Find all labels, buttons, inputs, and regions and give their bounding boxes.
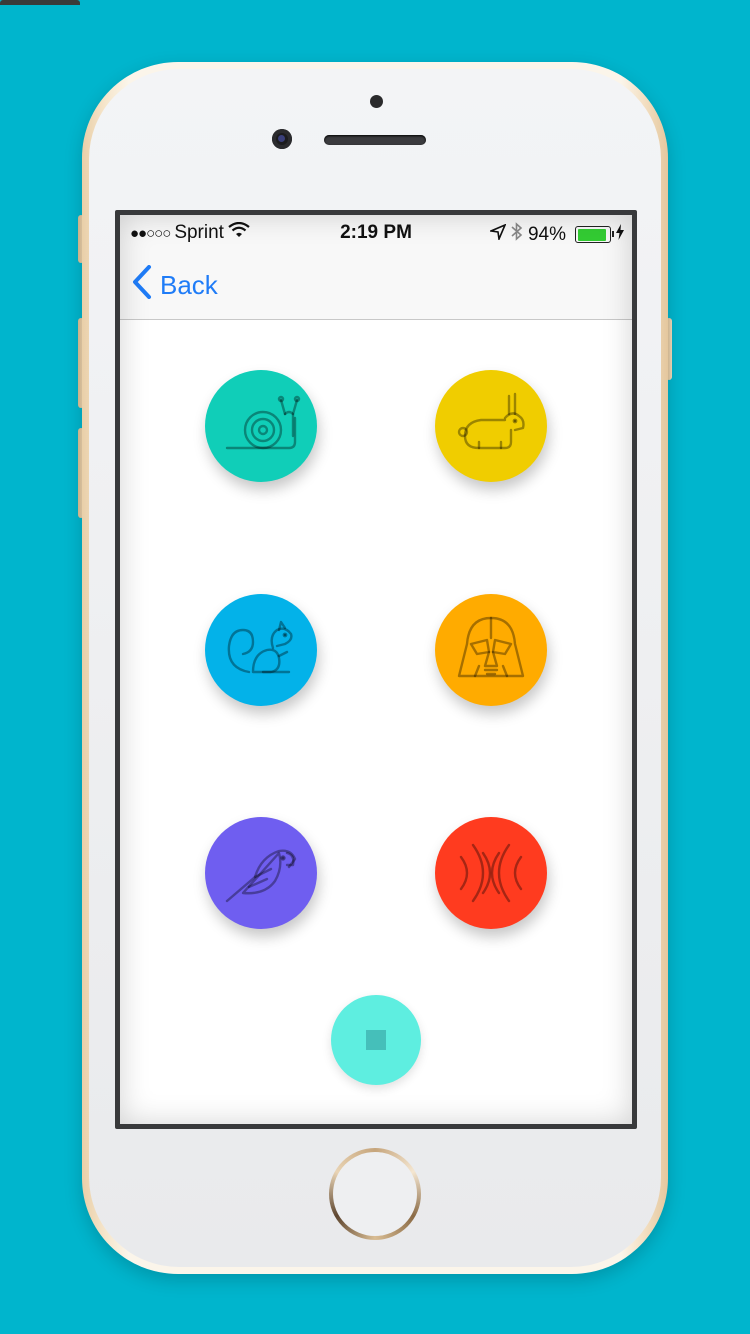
phone-bottom-port bbox=[0, 0, 80, 5]
snail-effect-button[interactable] bbox=[205, 370, 317, 482]
status-right: 94% bbox=[488, 222, 624, 247]
stop-icon bbox=[366, 1030, 386, 1050]
battery-level-fill bbox=[577, 228, 606, 241]
front-camera bbox=[272, 129, 292, 149]
snail-icon bbox=[225, 395, 301, 450]
rabbit-effect-button[interactable] bbox=[435, 370, 547, 482]
parrot-effect-button[interactable] bbox=[205, 817, 317, 929]
rabbit-icon bbox=[457, 392, 525, 450]
navigation-bar: Back bbox=[120, 251, 632, 320]
app-screen: ●●○○○ Sprint 2:19 PM 94% Back bbox=[120, 215, 632, 1124]
battery-icon bbox=[575, 226, 614, 243]
echo-effect-button[interactable] bbox=[435, 817, 547, 929]
chevron-left-icon bbox=[132, 265, 152, 306]
earpiece-speaker bbox=[324, 135, 426, 145]
bluetooth-icon bbox=[511, 222, 523, 247]
stop-button[interactable] bbox=[331, 995, 421, 1085]
darth-vader-helmet-icon bbox=[457, 616, 525, 678]
back-label: Back bbox=[160, 270, 218, 300]
charging-bolt-icon bbox=[616, 223, 624, 246]
back-button[interactable]: Back bbox=[132, 265, 218, 306]
vader-effect-button[interactable] bbox=[435, 594, 547, 706]
location-arrow-icon bbox=[488, 222, 507, 246]
home-button bbox=[329, 1148, 421, 1240]
squirrel-effect-button[interactable] bbox=[205, 594, 317, 706]
squirrel-icon bbox=[227, 620, 293, 674]
parrot-icon bbox=[225, 849, 297, 903]
screen-glare bbox=[120, 215, 632, 1124]
battery-percent: 94% bbox=[527, 223, 566, 245]
status-bar: ●●○○○ Sprint 2:19 PM 94% bbox=[120, 215, 632, 251]
echo-waves-icon bbox=[459, 843, 523, 903]
proximity-sensor bbox=[370, 95, 383, 108]
